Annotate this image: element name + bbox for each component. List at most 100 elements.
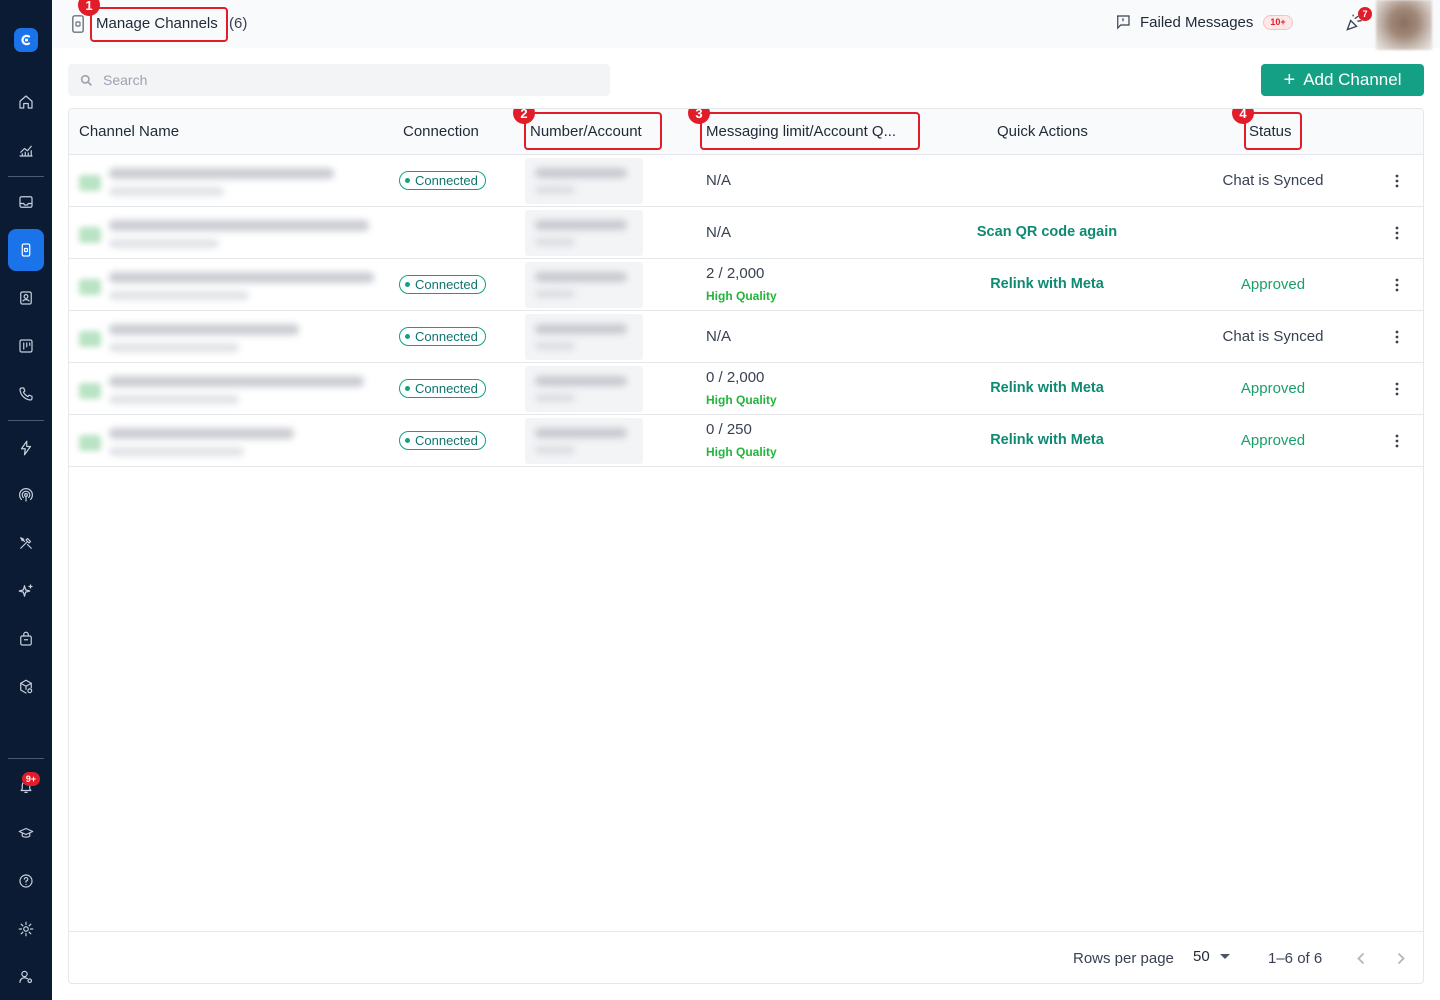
sidebar: 9+ — [0, 0, 52, 1000]
more-vertical-icon — [1395, 434, 1399, 448]
annotation-box-messaging-limit — [700, 112, 920, 150]
row-menu-button[interactable] — [1387, 431, 1407, 451]
failed-messages-button[interactable]: Failed Messages 10+ — [1114, 13, 1293, 31]
number-account-redacted — [525, 366, 643, 412]
logo-mark-icon — [21, 34, 31, 46]
number-account-redacted — [525, 158, 643, 204]
table-row[interactable]: Connected 0 / 250 High Quality Relink wi… — [69, 415, 1423, 467]
connection-status-pill: Connected — [399, 275, 486, 294]
column-header-quick-actions[interactable]: Quick Actions — [997, 123, 1088, 140]
connection-status-label: Connected — [415, 381, 478, 396]
more-vertical-icon — [1395, 330, 1399, 344]
more-vertical-icon — [1395, 174, 1399, 188]
previous-page-button[interactable] — [1349, 946, 1373, 970]
home-icon[interactable] — [8, 84, 44, 120]
channel-count: (6) — [229, 15, 248, 32]
sidebar-divider — [8, 758, 44, 759]
connection-status-label: Connected — [415, 329, 478, 344]
messaging-limit-value: 0 / 250 — [706, 421, 752, 438]
analytics-icon[interactable] — [8, 132, 44, 168]
table-row[interactable]: Connected 0 / 2,000 High Quality Relink … — [69, 363, 1423, 415]
row-menu-button[interactable] — [1387, 275, 1407, 295]
connection-status-pill: Connected — [399, 327, 486, 346]
add-channel-button[interactable]: + Add Channel — [1261, 64, 1424, 96]
annotation-box-number-account — [524, 112, 662, 150]
channel-name-redacted — [79, 267, 374, 303]
rows-per-page-label: Rows per page — [1073, 950, 1174, 967]
channel-status: Chat is Synced — [1222, 172, 1324, 189]
rows-per-page-select[interactable]: 50 — [1193, 948, 1230, 965]
channel-name-redacted — [79, 319, 369, 355]
plus-icon: + — [1283, 69, 1296, 91]
quick-action-relink-meta-link[interactable]: Relink with Meta — [927, 432, 1167, 448]
table-pagination: Rows per page 50 1–6 of 6 — [69, 931, 1423, 983]
broadcast-icon[interactable] — [8, 477, 44, 513]
contacts-icon[interactable] — [8, 280, 44, 316]
app-root: 9+ Manage Channels (6) 1 Failed Messages… — [0, 0, 1440, 1000]
tools-icon[interactable] — [8, 525, 44, 561]
channel-name-redacted — [79, 215, 369, 251]
channel-status: Approved — [1240, 432, 1306, 449]
package-settings-icon[interactable] — [8, 669, 44, 705]
annotation-box-page-title — [90, 7, 228, 42]
search-icon — [80, 74, 92, 86]
connection-status-label: Connected — [415, 173, 478, 188]
channel-status: Approved — [1240, 276, 1306, 293]
user-avatar[interactable] — [1376, 0, 1432, 50]
column-header-channel-name[interactable]: Channel Name — [79, 123, 179, 140]
row-menu-button[interactable] — [1387, 327, 1407, 347]
connection-status-pill: Connected — [399, 431, 486, 450]
phone-icon[interactable] — [8, 376, 44, 412]
app-logo-icon[interactable] — [14, 28, 38, 52]
search-input[interactable] — [103, 72, 583, 88]
number-account-redacted — [525, 314, 643, 360]
caret-down-icon — [1219, 954, 1230, 959]
academy-cap-icon[interactable] — [8, 815, 44, 851]
notifications-badge: 9+ — [22, 772, 40, 786]
commerce-bag-icon[interactable] — [8, 621, 44, 657]
channel-name-redacted — [79, 423, 369, 459]
rows-per-page-value: 50 — [1193, 948, 1210, 965]
user-settings-icon[interactable] — [8, 959, 44, 995]
automation-bolt-icon[interactable] — [8, 430, 44, 466]
row-menu-button[interactable] — [1387, 223, 1407, 243]
chevron-right-icon — [1397, 952, 1405, 964]
connection-status-pill: Connected — [399, 379, 486, 398]
channels-icon[interactable] — [8, 229, 44, 271]
messaging-limit-value: 0 / 2,000 — [706, 369, 765, 386]
board-icon[interactable] — [8, 328, 44, 364]
channel-page-icon — [72, 15, 84, 33]
quick-action-relink-meta-link[interactable]: Relink with Meta — [927, 380, 1167, 396]
row-menu-button[interactable] — [1387, 171, 1407, 191]
quick-action-scan-qr-link[interactable]: Scan QR code again — [927, 224, 1167, 240]
row-menu-button[interactable] — [1387, 379, 1407, 399]
table-row[interactable]: Connected N/A Chat is Synced — [69, 155, 1423, 207]
sidebar-divider — [8, 176, 44, 177]
channel-name-redacted — [79, 163, 369, 199]
failed-messages-badge: 10+ — [1263, 14, 1293, 30]
settings-gear-icon[interactable] — [8, 911, 44, 947]
whats-new-badge: 7 — [1358, 7, 1372, 21]
column-header-connection[interactable]: Connection — [403, 123, 479, 140]
chevron-left-icon — [1357, 952, 1365, 964]
quick-action-relink-meta-link[interactable]: Relink with Meta — [927, 276, 1167, 292]
whats-new-button[interactable]: 7 — [1344, 7, 1372, 37]
next-page-button[interactable] — [1389, 946, 1413, 970]
messaging-limit-value: N/A — [706, 224, 732, 241]
help-icon[interactable] — [8, 863, 44, 899]
message-alert-icon — [1117, 15, 1130, 30]
quality-rating: High Quality — [706, 445, 777, 459]
more-vertical-icon — [1395, 382, 1399, 396]
table-row[interactable]: Connected 2 / 2,000 High Quality Relink … — [69, 259, 1423, 311]
table-row[interactable]: N/A Scan QR code again — [69, 207, 1423, 259]
top-header: Manage Channels (6) 1 Failed Messages 10… — [52, 0, 1440, 50]
connection-status-label: Connected — [415, 433, 478, 448]
channel-status: Chat is Synced — [1222, 328, 1324, 345]
connection-status-pill: Connected — [399, 171, 486, 190]
inbox-icon[interactable] — [8, 184, 44, 220]
messaging-limit-value: 2 / 2,000 — [706, 265, 765, 282]
failed-messages-label: Failed Messages — [1140, 13, 1254, 31]
ai-sparkle-icon[interactable] — [8, 573, 44, 609]
more-vertical-icon — [1395, 226, 1399, 240]
table-row[interactable]: Connected N/A Chat is Synced — [69, 311, 1423, 363]
